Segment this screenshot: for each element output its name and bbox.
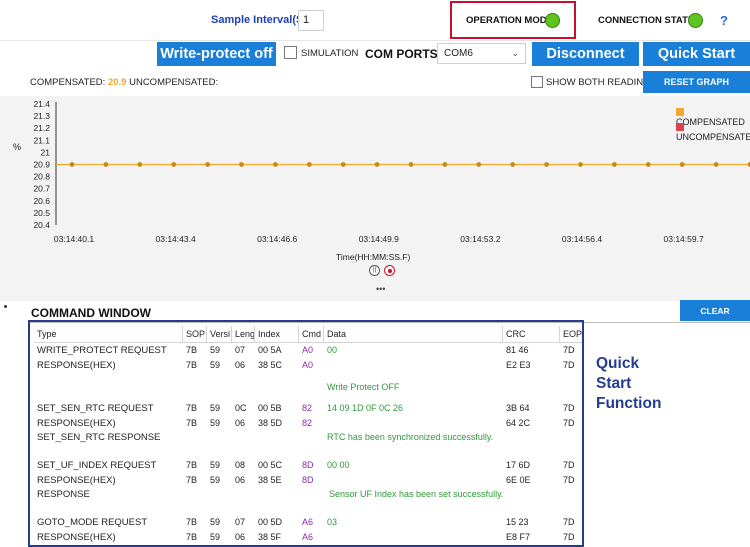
operation-mode-led-icon: [545, 13, 560, 28]
data-point: [476, 162, 482, 167]
data-point: [442, 162, 448, 167]
data-point: [171, 162, 177, 167]
data-point: [408, 162, 414, 167]
pause-icon[interactable]: ||: [369, 265, 380, 276]
com-ports-label: COM PORTS: [365, 47, 438, 61]
x-tick-label: 03:14:43.4: [156, 234, 196, 244]
y-tick-label: 21.2: [33, 123, 50, 133]
x-tick-label: 03:14:59.7: [664, 234, 704, 244]
disconnect-button[interactable]: Disconnect: [532, 42, 639, 66]
legend-uncompensated: UNCOMPENSATED: [676, 122, 750, 142]
show-both-readings-label: SHOW BOTH READINGS: [546, 77, 657, 88]
data-point: [340, 162, 346, 167]
simulation-label: SIMULATION: [301, 48, 359, 59]
compensated-value: 20.9: [107, 77, 127, 88]
y-tick-label: 20.6: [33, 196, 50, 206]
compensated-label: COMPENSATED:: [30, 77, 106, 88]
side-dot-icon: [4, 305, 7, 308]
simulation-checkbox[interactable]: [284, 46, 297, 59]
data-point: [374, 162, 380, 167]
connection-status-led-icon: [688, 13, 703, 28]
resize-handle-icon[interactable]: •••: [376, 284, 385, 294]
com-port-select[interactable]: COM6 ⌄: [437, 43, 526, 64]
y-tick-label: 20.5: [33, 208, 50, 218]
data-point: [713, 162, 719, 167]
help-icon[interactable]: ?: [720, 13, 728, 28]
data-point: [578, 162, 583, 167]
data-point: [205, 162, 211, 167]
annotation-line: Function: [596, 395, 662, 412]
y-tick-label: 20.9: [33, 160, 50, 170]
uncompensated-label: UNCOMPENSATED:: [129, 77, 219, 88]
data-point: [510, 162, 516, 167]
write-protect-button[interactable]: Write-protect off: [157, 42, 276, 66]
record-icon[interactable]: [384, 265, 395, 276]
annotation-line: Start: [596, 375, 632, 392]
legend-uncompensated-label: UNCOMPENSATED: [676, 132, 750, 142]
data-point: [679, 162, 685, 167]
data-point: [103, 162, 109, 167]
clear-button[interactable]: CLEAR: [680, 300, 750, 321]
data-point: [69, 162, 75, 167]
sample-interval-label: Sample Interval(S): [211, 14, 307, 26]
y-tick-label: 20.4: [33, 220, 50, 230]
data-point: [273, 162, 278, 167]
x-tick-label: 03:14:56.4: [562, 234, 602, 244]
x-tick-label: 03:14:40.1: [54, 234, 94, 244]
sample-interval-input[interactable]: 1: [298, 10, 324, 31]
x-axis-label: Time(HH:MM:SS.F): [336, 252, 411, 262]
annotation-line: Quick: [596, 355, 640, 372]
quick-start-highlight-box: [28, 320, 584, 547]
show-both-readings-checkbox[interactable]: [531, 76, 543, 88]
readings-row: COMPENSATED: 20.9 UNCOMPENSATED:: [30, 77, 218, 88]
data-point: [612, 162, 617, 167]
reset-graph-button[interactable]: RESET GRAPH: [643, 71, 750, 93]
y-tick-label: 21.4: [33, 99, 50, 109]
chevron-down-icon: ⌄: [511, 48, 519, 58]
y-tick-label: 21: [41, 147, 51, 157]
y-tick-label: 21.1: [33, 135, 50, 145]
quick-start-button[interactable]: Quick Start: [643, 42, 750, 66]
command-window-title: COMMAND WINDOW: [31, 306, 151, 320]
x-tick-label: 03:14:46.6: [257, 234, 297, 244]
legend-swatch-uncompensated: [676, 123, 684, 131]
y-tick-label: 20.8: [33, 172, 50, 182]
top-separator: [0, 40, 750, 41]
operation-mode-label: OPERATION MODE: [466, 15, 553, 26]
legend-swatch-compensated: [676, 108, 684, 116]
data-point: [306, 162, 312, 167]
data-point: [544, 162, 549, 167]
y-tick-label: 21.3: [33, 111, 50, 121]
connection-status-label: CONNECTION STATUS: [598, 15, 702, 26]
data-point: [645, 162, 651, 167]
y-axis-label: %: [13, 142, 21, 152]
x-tick-label: 03:14:53.2: [460, 234, 500, 244]
y-tick-label: 20.7: [33, 184, 50, 194]
data-point: [137, 162, 143, 167]
quick-start-function-annotation: Quick Start Function: [596, 354, 661, 414]
data-point: [239, 162, 244, 167]
x-tick-label: 03:14:49.9: [359, 234, 399, 244]
com-port-value: COM6: [444, 48, 473, 59]
